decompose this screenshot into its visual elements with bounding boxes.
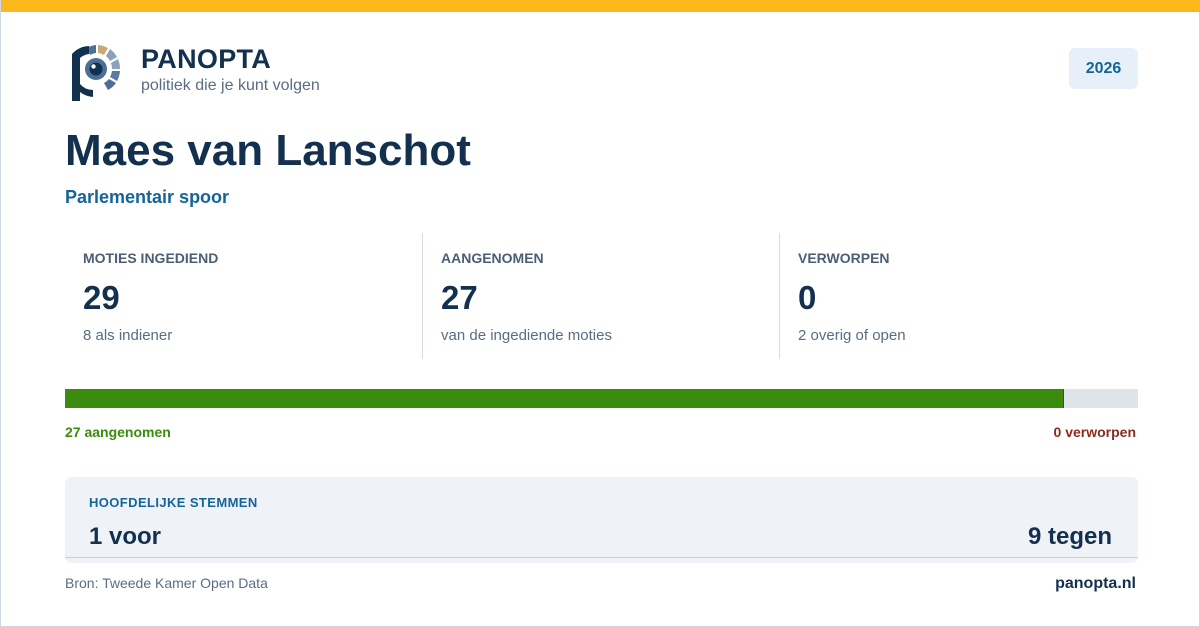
site-link[interactable]: panopta.nl <box>1055 575 1136 593</box>
votes-divider <box>65 557 1138 558</box>
page-subtitle: Parlementair spoor <box>65 187 230 207</box>
stat-subtext: 2 overig of open <box>798 327 906 344</box>
panopta-eye-logo-icon <box>67 40 125 104</box>
brand-tagline: politiek die je kunt volgen <box>141 77 320 94</box>
stat-aangenomen: AANGENOMEN 27 van de ingediende moties <box>422 233 780 359</box>
accepted-legend: 27 aangenomen <box>65 424 171 440</box>
votes-for: 1 voor <box>89 523 162 550</box>
stat-subtext: 8 als indiener <box>83 327 173 344</box>
accent-top-bar <box>1 0 1200 12</box>
rejected-legend: 0 verworpen <box>1053 424 1136 440</box>
votes-panel: HOOFDELIJKE STEMMEN 1 voor 9 tegen <box>65 477 1138 563</box>
year-badge: 2026 <box>1069 48 1138 89</box>
votes-title: HOOFDELIJKE STEMMEN <box>89 495 258 510</box>
brand-name: PANOPTA <box>141 44 272 74</box>
stats-row: MOTIES INGEDIEND 29 8 als indiener AANGE… <box>65 233 1138 359</box>
stat-label: VERWORPEN <box>798 250 890 266</box>
acceptance-progress-bar <box>65 389 1138 408</box>
stat-label: MOTIES INGEDIEND <box>83 250 219 266</box>
stat-value: 27 <box>441 279 478 316</box>
share-card: PANOPTA politiek die je kunt volgen 2026… <box>0 0 1200 627</box>
stat-value: 0 <box>798 279 817 316</box>
stat-subtext: van de ingediende moties <box>441 327 612 344</box>
stat-verworpen: VERWORPEN 0 2 overig of open <box>779 233 1137 359</box>
page-title: Maes van Lanschot <box>65 126 471 175</box>
stat-label: AANGENOMEN <box>441 250 544 266</box>
votes-against: 9 tegen <box>1027 523 1112 550</box>
stat-value: 29 <box>83 279 120 316</box>
stat-moties-ingediend: MOTIES INGEDIEND 29 8 als indiener <box>65 233 422 359</box>
source-text: Bron: Tweede Kamer Open Data <box>65 575 268 591</box>
progress-fill-accepted <box>65 389 1064 408</box>
